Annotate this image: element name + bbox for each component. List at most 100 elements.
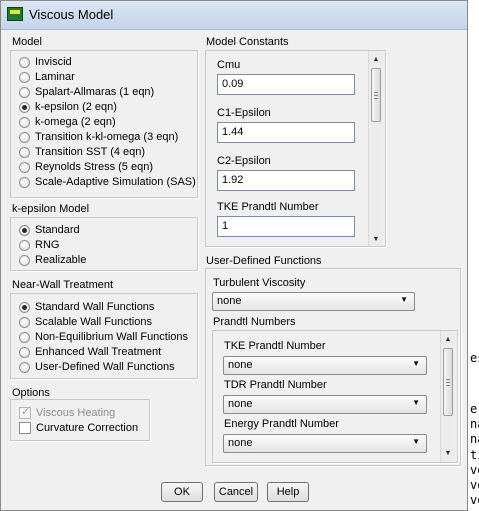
prandtl-scrollbar[interactable]: ▲ ▼: [440, 331, 455, 462]
radio-button-selected-icon: [19, 224, 30, 236]
tdr-prandtl-udf-select[interactable]: none ▼: [223, 395, 427, 414]
radio-label: Transition k-kl-omega (3 eqn): [35, 131, 179, 143]
radio-button-icon: [19, 361, 30, 373]
radio-button-icon: [19, 316, 30, 328]
radio-button-icon: [19, 131, 30, 143]
window-title: Viscous Model: [29, 7, 114, 22]
radio-label: k-omega (2 eqn): [35, 116, 116, 128]
radio-ke-realizable[interactable]: Realizable: [19, 253, 86, 267]
model-constants-panel: Cmu 0.09 C1-Epsilon 1.44 C2-Epsilon 1.92…: [205, 50, 386, 247]
constants-scrollbar[interactable]: ▲ ▼: [368, 51, 383, 246]
energy-prandtl-udf-select[interactable]: none ▼: [223, 434, 427, 453]
scroll-up-icon[interactable]: ▲: [369, 55, 383, 65]
cancel-button[interactable]: Cancel: [214, 482, 258, 502]
tke-prandtl-label: TKE Prandtl Number: [217, 201, 319, 213]
background-text-line: na: [470, 417, 479, 431]
energy-prandtl-udf-label: Energy Prandtl Number: [224, 418, 339, 430]
radio-label: Transition SST (4 eqn): [35, 146, 146, 158]
radio-transition-sst[interactable]: Transition SST (4 eqn): [19, 145, 145, 159]
radio-k-omega[interactable]: k-omega (2 eqn): [19, 115, 116, 129]
radio-button-icon: [19, 331, 30, 343]
background-text-line: vo: [470, 463, 479, 477]
scroll-up-icon[interactable]: ▲: [441, 335, 455, 345]
background-text-line: na: [470, 432, 479, 446]
radio-label: Scale-Adaptive Simulation (SAS): [35, 176, 196, 188]
checkbox-curvature-correction[interactable]: Curvature Correction: [19, 421, 138, 435]
radio-button-icon: [19, 56, 30, 68]
ke-model-group-label: k-epsilon Model: [11, 203, 91, 215]
checkbox-label: Viscous Heating: [36, 407, 116, 419]
radio-label: Scalable Wall Functions: [35, 316, 152, 328]
radio-button-icon: [19, 161, 30, 173]
checkbox-viscous-heating[interactable]: ✓ Viscous Heating: [19, 406, 115, 420]
scroll-thumb[interactable]: [443, 348, 453, 416]
radio-button-selected-icon: [19, 301, 30, 313]
c2-epsilon-label: C2-Epsilon: [217, 155, 271, 167]
radio-ke-standard[interactable]: Standard: [19, 223, 80, 237]
combo-value: none: [228, 437, 253, 449]
tke-prandtl-udf-select[interactable]: none ▼: [223, 356, 427, 375]
udf-group-label: User-Defined Functions: [205, 255, 323, 267]
near-wall-group: Standard Wall Functions Scalable Wall Fu…: [10, 293, 198, 379]
tke-prandtl-udf-label: TKE Prandtl Number: [224, 340, 326, 352]
radio-reynolds-stress[interactable]: Reynolds Stress (5 eqn): [19, 160, 153, 174]
radio-label: Spalart-Allmaras (1 eqn): [35, 86, 155, 98]
radio-spalart-allmaras[interactable]: Spalart-Allmaras (1 eqn): [19, 85, 154, 99]
c2-epsilon-input[interactable]: 1.92: [217, 170, 355, 191]
radio-button-icon: [19, 176, 30, 188]
radio-non-equilibrium-wall-functions[interactable]: Non-Equilibrium Wall Functions: [19, 330, 188, 344]
scroll-down-icon[interactable]: ▼: [369, 235, 383, 245]
radio-label: Enhanced Wall Treatment: [35, 346, 162, 358]
cmu-label: Cmu: [217, 59, 241, 71]
radio-label: Inviscid: [35, 56, 72, 68]
combo-value: none: [228, 359, 253, 371]
radio-label: Standard: [35, 224, 80, 236]
tke-prandtl-input[interactable]: 1: [217, 216, 355, 237]
radio-laminar[interactable]: Laminar: [19, 70, 75, 84]
radio-k-epsilon[interactable]: k-epsilon (2 eqn): [19, 100, 117, 114]
radio-enhanced-wall-treatment[interactable]: Enhanced Wall Treatment: [19, 345, 161, 359]
turbulent-viscosity-select[interactable]: none ▼: [212, 292, 415, 311]
background-text-line: vo: [470, 493, 479, 507]
radio-ke-rng[interactable]: RNG: [19, 238, 59, 252]
checkbox-checked-icon: ✓: [19, 406, 31, 419]
background-text-line: vo: [470, 478, 479, 492]
scroll-thumb[interactable]: [371, 68, 381, 122]
radio-label: User-Defined Wall Functions: [35, 361, 175, 373]
radio-label: Reynolds Stress (5 eqn): [35, 161, 153, 173]
ok-button[interactable]: OK: [161, 482, 203, 502]
combo-value: none: [217, 295, 242, 307]
chevron-down-icon: ▼: [400, 295, 408, 304]
radio-button-icon: [19, 254, 30, 266]
cmu-input[interactable]: 0.09: [217, 74, 355, 95]
model-group: Inviscid Laminar Spalart-Allmaras (1 eqn…: [10, 50, 198, 198]
radio-sas[interactable]: Scale-Adaptive Simulation (SAS): [19, 175, 196, 189]
model-group-label: Model: [11, 36, 43, 48]
background-text-line: ti: [470, 448, 479, 462]
ke-model-group: Standard RNG Realizable: [10, 217, 198, 271]
model-constants-label: Model Constants: [205, 36, 290, 48]
radio-label: RNG: [35, 239, 60, 251]
viscous-model-dialog: Viscous Model Model Inviscid Laminar Spa…: [0, 0, 468, 511]
radio-button-selected-icon: [19, 101, 30, 113]
prandtl-numbers-panel: TKE Prandtl Number none ▼ TDR Prandtl Nu…: [212, 330, 458, 463]
scroll-down-icon[interactable]: ▼: [441, 449, 455, 459]
radio-button-icon: [19, 239, 30, 251]
c1-epsilon-input[interactable]: 1.44: [217, 122, 355, 143]
radio-scalable-wall-functions[interactable]: Scalable Wall Functions: [19, 315, 152, 329]
checkmark-icon: ✓: [21, 406, 31, 418]
chevron-down-icon: ▼: [412, 359, 420, 368]
checkbox-label: Curvature Correction: [36, 422, 139, 434]
radio-standard-wall-functions[interactable]: Standard Wall Functions: [19, 300, 154, 314]
help-button[interactable]: Help: [267, 482, 309, 502]
title-bar[interactable]: Viscous Model: [1, 1, 467, 30]
radio-label: Realizable: [35, 254, 87, 266]
combo-value: none: [228, 398, 253, 410]
chevron-down-icon: ▼: [412, 437, 420, 446]
turbulent-viscosity-label: Turbulent Viscosity: [213, 277, 306, 289]
radio-transition-k-kl-omega[interactable]: Transition k-kl-omega (3 eqn): [19, 130, 178, 144]
tdr-prandtl-udf-label: TDR Prandtl Number: [224, 379, 327, 391]
radio-inviscid[interactable]: Inviscid: [19, 55, 72, 69]
radio-user-defined-wall-functions[interactable]: User-Defined Wall Functions: [19, 360, 175, 374]
c1-epsilon-label: C1-Epsilon: [217, 107, 271, 119]
